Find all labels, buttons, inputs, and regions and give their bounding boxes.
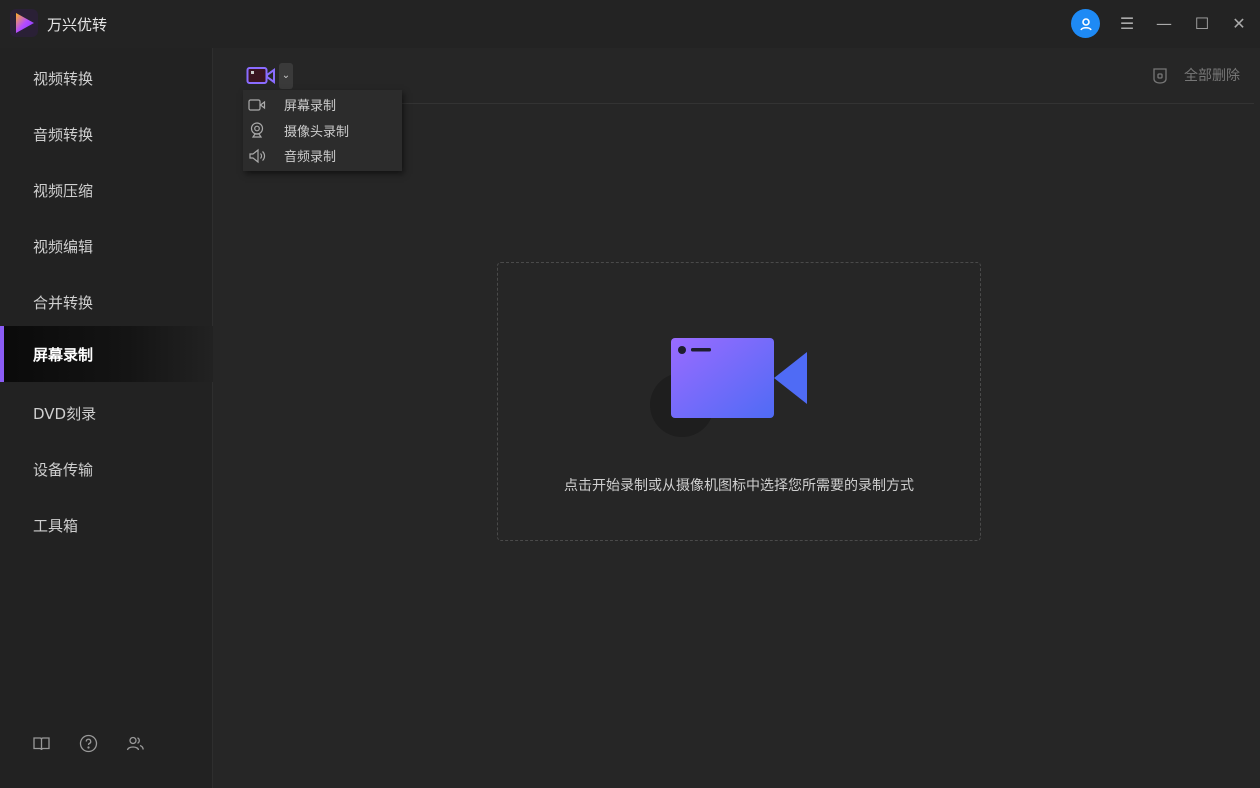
record-mode-dropdown[interactable]: ⌄	[279, 63, 293, 89]
webcam-icon	[250, 122, 264, 138]
camera-icon	[248, 99, 266, 111]
menu-item-webcam-record[interactable]: 摄像头录制	[243, 118, 402, 144]
speaker-icon	[249, 148, 266, 163]
maximize-button[interactable]: ☐	[1190, 12, 1214, 36]
minimize-button[interactable]: —	[1152, 12, 1176, 36]
clear-all-button[interactable]: 全部删除	[1152, 65, 1240, 85]
sidebar: 视频转换 音频转换 视频压缩 视频编辑 合并转换 屏幕录制 DVD刻录 设备传输…	[0, 48, 213, 788]
main-panel: ⌄ 屏幕录制 摄像头录制 音频录制 全部删除 点击开始录制或从摄像机图标中选择您…	[214, 48, 1260, 788]
empty-state-hint: 点击开始录制或从摄像机图标中选择您所需要的录制方式	[564, 478, 914, 494]
record-drop-zone[interactable]: 点击开始录制或从摄像机图标中选择您所需要的录制方式	[497, 262, 981, 541]
video-camera-illustration-icon	[671, 338, 807, 418]
trash-icon	[1153, 68, 1167, 84]
book-icon[interactable]	[32, 734, 51, 753]
menu-item-screen-record[interactable]: 屏幕录制	[243, 92, 402, 118]
sidebar-item-screen-record[interactable]: 屏幕录制	[0, 326, 213, 382]
app-logo-icon	[10, 9, 38, 37]
sidebar-item-video-compress[interactable]: 视频压缩	[0, 162, 213, 218]
account-avatar-button[interactable]	[1071, 9, 1100, 38]
camera-icon	[246, 67, 275, 84]
close-button[interactable]: ✕	[1227, 12, 1251, 36]
record-button[interactable]	[246, 65, 276, 87]
menu-button[interactable]: ☰	[1115, 12, 1139, 36]
record-mode-menu: 屏幕录制 摄像头录制 音频录制	[243, 90, 402, 171]
user-icon	[1079, 17, 1092, 30]
community-icon[interactable]	[126, 734, 145, 753]
sidebar-item-video-convert[interactable]: 视频转换	[0, 50, 213, 106]
sidebar-item-device-transfer[interactable]: 设备传输	[0, 441, 213, 497]
app-title: 万兴优转	[47, 16, 108, 34]
help-icon[interactable]	[79, 734, 98, 753]
sidebar-item-video-edit[interactable]: 视频编辑	[0, 218, 213, 274]
sidebar-item-dvd-burn[interactable]: DVD刻录	[0, 385, 213, 441]
title-bar: 万兴优转 ☰ — ☐ ✕	[0, 0, 1260, 48]
sidebar-item-toolbox[interactable]: 工具箱	[0, 497, 213, 553]
sidebar-item-merge[interactable]: 合并转换	[0, 274, 213, 330]
sidebar-item-audio-convert[interactable]: 音频转换	[0, 106, 213, 162]
menu-item-audio-record[interactable]: 音频录制	[243, 143, 402, 169]
